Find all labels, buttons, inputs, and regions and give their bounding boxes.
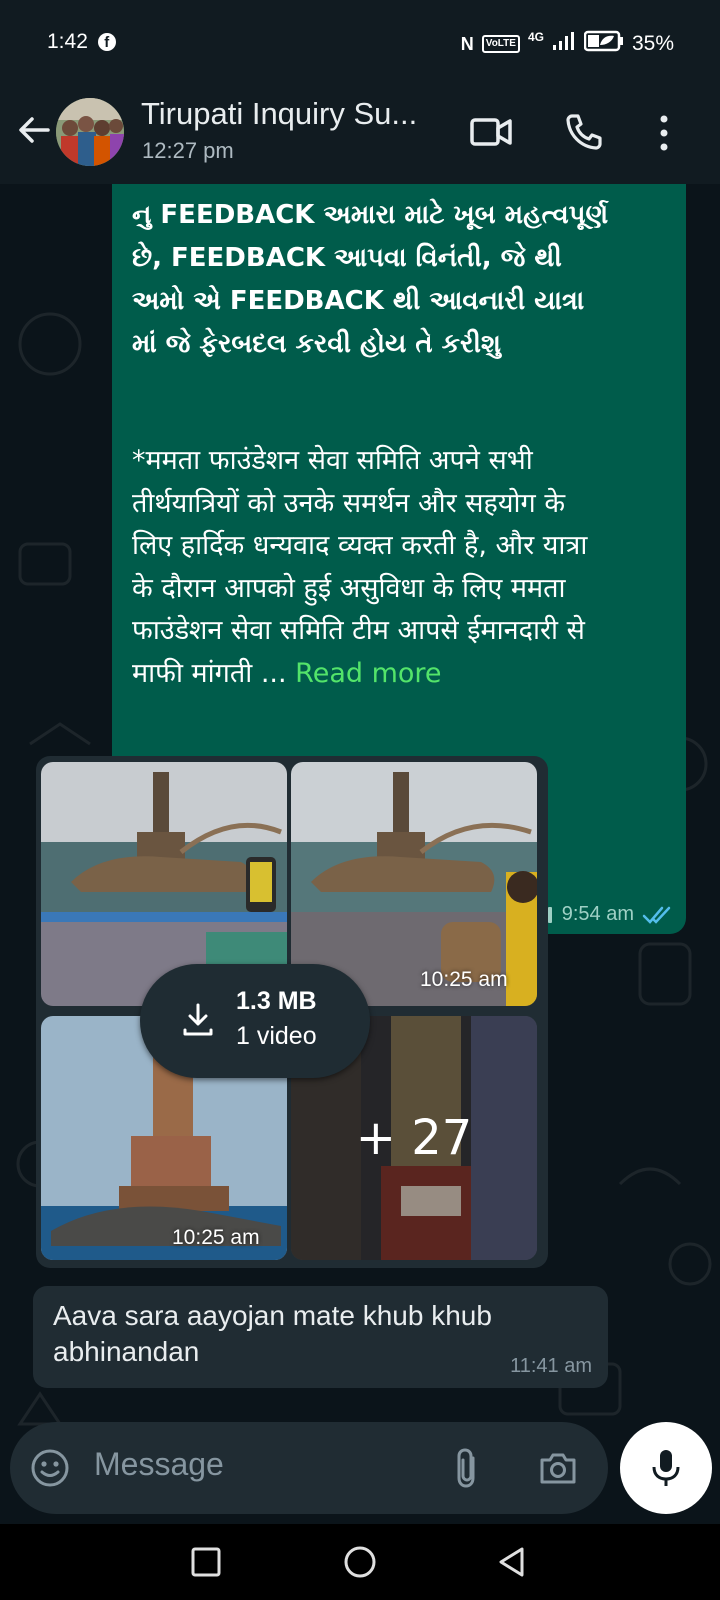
attach-icon[interactable] xyxy=(451,1446,483,1490)
status-indicators: N VoLTE 4G 35% xyxy=(461,30,674,58)
voice-call-button[interactable] xyxy=(562,110,606,154)
camera-icon[interactable] xyxy=(536,1446,580,1490)
chat-subtitle: 12:27 pm xyxy=(142,138,234,163)
message-text-hindi-body: *ममता फाउंडेशन सेवा समिति अपने सभी तीर्थ… xyxy=(132,445,588,689)
more-vertical-icon xyxy=(660,115,668,151)
incoming-message-text: Aava sara aayojan mate khub khub abhinan… xyxy=(53,1300,492,1367)
battery-percent: 35% xyxy=(631,32,674,55)
status-time: 1:42 f xyxy=(47,30,116,54)
chat-area[interactable]: નુ FEEDBACK અમારા માટે ખૂબ મહત્વપૂર્ણ છે… xyxy=(0,184,720,1524)
message-input[interactable]: Message xyxy=(94,1446,224,1483)
voice-record-button[interactable] xyxy=(620,1422,712,1514)
network-label: 4G xyxy=(527,30,544,44)
more-options-button[interactable] xyxy=(644,110,674,154)
back-nav-icon[interactable] xyxy=(496,1546,528,1578)
home-icon[interactable] xyxy=(342,1544,378,1580)
phone-icon xyxy=(566,114,602,150)
message-meta: 9:54 am xyxy=(530,903,672,926)
download-type: 1 video xyxy=(236,1022,317,1050)
group-avatar[interactable] xyxy=(56,98,124,166)
signal-icon xyxy=(552,31,576,57)
back-button[interactable] xyxy=(14,110,54,150)
system-navigation-bar xyxy=(0,1524,720,1600)
message-text-hindi: *ममता फाउंडेशन सेवा समिति अपने सभी तीर्थ… xyxy=(132,440,677,695)
facebook-icon: f xyxy=(97,33,116,52)
clock: 1:42 xyxy=(47,30,88,53)
message-time: 9:54 am xyxy=(561,903,634,925)
battery-icon xyxy=(583,30,624,58)
chat-header: Tirupati Inquiry Su... 12:27 pm xyxy=(0,88,720,184)
chat-title[interactable]: Tirupati Inquiry Su... xyxy=(141,96,417,132)
download-video-button[interactable]: 1.3 MB 1 video xyxy=(140,964,370,1078)
microphone-icon xyxy=(652,1450,680,1486)
incoming-message[interactable]: Aava sara aayojan mate khub khub abhinan… xyxy=(33,1286,608,1388)
volte-badge: VoLTE xyxy=(481,35,520,53)
message-text-gujarati: નુ FEEDBACK અમારા માટે ખૂબ મહત્વપૂર્ણ છે… xyxy=(132,200,609,359)
download-size: 1.3 MB xyxy=(236,987,317,1015)
video-camera-icon xyxy=(470,118,512,146)
status-bar: 1:42 f N VoLTE 4G 35% xyxy=(0,0,720,88)
message-composer[interactable]: Message xyxy=(10,1422,608,1514)
emoji-icon[interactable] xyxy=(28,1446,72,1490)
incoming-message-time: 11:41 am xyxy=(510,1355,592,1377)
tile-timestamp-1: 10:25 am xyxy=(420,968,508,991)
video-call-button[interactable] xyxy=(468,110,512,154)
back-arrow-icon xyxy=(19,117,50,143)
recents-icon[interactable] xyxy=(190,1546,222,1578)
tile-timestamp-2: 10:25 am xyxy=(172,1226,260,1249)
read-receipt-icon xyxy=(642,906,671,924)
nfc-icon: N xyxy=(460,33,474,54)
download-icon xyxy=(183,1003,213,1036)
read-more-link[interactable]: Read more xyxy=(295,658,441,689)
